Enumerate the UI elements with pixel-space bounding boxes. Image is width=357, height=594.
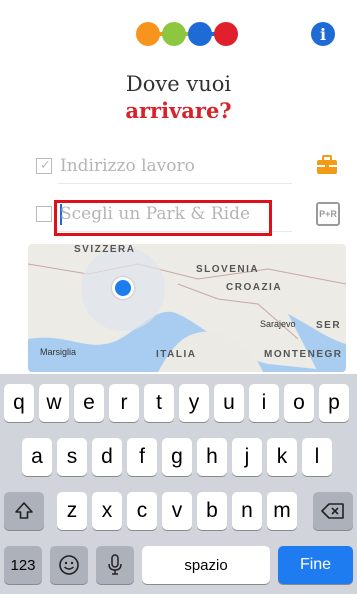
key-t[interactable]: t — [144, 384, 174, 422]
current-location-dot — [112, 277, 134, 299]
park-and-ride-icon[interactable]: P+R — [316, 202, 340, 226]
map-city-sarajevo: Sarajevo — [260, 319, 296, 329]
key-c[interactable]: c — [127, 492, 157, 530]
progress-dot-4 — [214, 22, 238, 46]
map-label-montenegro: MONTENEGR — [264, 349, 343, 360]
input-highlight-box — [54, 200, 272, 236]
progress-dot-2 — [162, 22, 186, 46]
shift-icon — [15, 502, 33, 519]
work-address-label: Indirizzo lavoro — [60, 156, 195, 176]
map-city-marseille: Marsiglia — [40, 347, 77, 357]
key-d[interactable]: d — [92, 438, 122, 476]
page-title-line1: Dove vuoi — [125, 72, 232, 96]
key-r[interactable]: r — [109, 384, 139, 422]
key-p[interactable]: p — [319, 384, 349, 422]
shift-key[interactable] — [4, 492, 44, 530]
key-i[interactable]: i — [249, 384, 279, 422]
emoji-key[interactable] — [50, 546, 88, 584]
backspace-key[interactable] — [313, 492, 353, 530]
key-l[interactable]: l — [302, 438, 332, 476]
work-address-row[interactable]: ✓ Indirizzo lavoro — [30, 150, 342, 184]
backspace-icon — [321, 503, 344, 519]
progress-dot-1 — [136, 22, 160, 46]
key-w[interactable]: w — [39, 384, 69, 422]
key-a[interactable]: a — [22, 438, 52, 476]
key-k[interactable]: k — [267, 438, 297, 476]
numbers-key[interactable]: 123 — [4, 546, 42, 584]
key-f[interactable]: f — [127, 438, 157, 476]
keyboard: q w e r t y u i o p a s d f g h j k l z … — [0, 374, 357, 594]
divider — [58, 183, 292, 184]
park-ride-checkbox[interactable] — [36, 206, 52, 222]
emoji-icon — [59, 555, 79, 575]
space-key[interactable]: spazio — [142, 546, 270, 584]
map-label-switzerland: SVIZZERA — [74, 244, 136, 255]
key-n[interactable]: n — [232, 492, 262, 530]
key-o[interactable]: o — [284, 384, 314, 422]
key-j[interactable]: j — [232, 438, 262, 476]
key-h[interactable]: h — [197, 438, 227, 476]
map-label-serbia: SER — [316, 320, 342, 331]
key-v[interactable]: v — [162, 492, 192, 530]
key-m[interactable]: m — [267, 492, 297, 530]
work-address-checkbox[interactable]: ✓ — [36, 157, 52, 174]
done-key[interactable]: Fine — [278, 546, 353, 584]
page-title-line2: arrivare? — [125, 98, 232, 123]
map-label-italy: ITALIA — [156, 349, 197, 360]
map-label-croatia: CROAZIA — [226, 282, 283, 293]
progress-dots — [136, 22, 240, 50]
key-z[interactable]: z — [57, 492, 87, 530]
microphone-icon — [108, 554, 122, 575]
progress-dot-3 — [188, 22, 212, 46]
key-x[interactable]: x — [92, 492, 122, 530]
key-b[interactable]: b — [197, 492, 227, 530]
map-view[interactable]: SVIZZERA SLOVENIA CROAZIA ITALIA MONTENE… — [28, 244, 346, 372]
microphone-key[interactable] — [96, 546, 134, 584]
briefcase-icon[interactable] — [316, 154, 338, 176]
key-y[interactable]: y — [179, 384, 209, 422]
map-label-slovenia: SLOVENIA — [196, 264, 260, 275]
key-s[interactable]: s — [57, 438, 87, 476]
key-q[interactable]: q — [4, 384, 34, 422]
key-g[interactable]: g — [162, 438, 192, 476]
key-e[interactable]: e — [74, 384, 104, 422]
key-u[interactable]: u — [214, 384, 244, 422]
info-icon[interactable]: i — [311, 22, 335, 46]
